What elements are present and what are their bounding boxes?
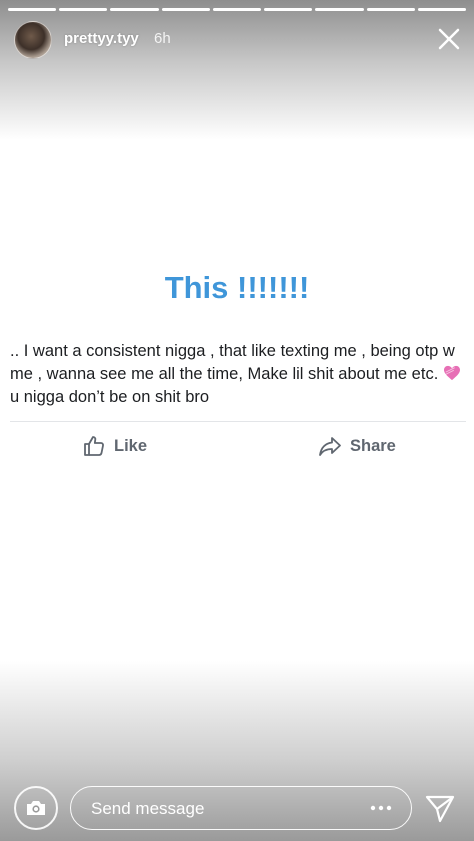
progress-segment	[8, 8, 57, 11]
send-icon	[425, 795, 455, 823]
close-icon	[438, 28, 460, 50]
progress-segment-fill	[264, 8, 313, 11]
camera-button[interactable]	[14, 786, 58, 830]
close-button[interactable]	[434, 24, 464, 54]
progress-segment	[315, 8, 364, 11]
progress-segment-fill	[161, 8, 210, 11]
progress-segment-fill	[315, 8, 364, 11]
progress-segment	[264, 8, 313, 11]
progress-segment	[110, 8, 159, 11]
progress-segment-fill	[8, 8, 57, 11]
send-message-input[interactable]: Send message	[70, 786, 412, 830]
progress-segment-fill	[59, 8, 108, 11]
progress-segment	[59, 8, 108, 11]
send-message-placeholder: Send message	[91, 799, 205, 818]
progress-segment-fill	[212, 8, 262, 11]
thumbs-up-icon	[84, 436, 104, 456]
username[interactable]: prettyy.tyy	[64, 30, 139, 47]
avatar[interactable]	[14, 21, 52, 59]
post-divider	[10, 421, 466, 422]
more-dots-icon[interactable]	[369, 802, 393, 814]
top-overlay-gradient	[0, 0, 474, 140]
camera-icon	[27, 801, 45, 815]
share-arrow-icon	[319, 437, 341, 456]
progress-segment	[366, 8, 415, 11]
progress-segment-fill	[366, 8, 415, 11]
like-label: Like	[114, 436, 148, 455]
progress-segment	[417, 8, 466, 11]
post-headline: This !!!!!!!	[164, 270, 310, 305]
progress-segment-fill	[417, 8, 466, 11]
post-text: .. I want a consistent nigga , that like…	[10, 340, 470, 409]
post-text-part2: u nigga don’t be on shit bro	[10, 388, 210, 406]
heart-emoji-icon	[443, 365, 460, 381]
share-button[interactable]: Share	[318, 432, 396, 460]
story-progress-bar	[8, 8, 466, 11]
share-label: Share	[350, 436, 396, 455]
progress-segment	[212, 8, 262, 11]
send-button[interactable]	[424, 792, 456, 824]
like-button[interactable]: Like	[82, 432, 147, 460]
progress-segment-fill	[110, 8, 159, 11]
story-time: 6h	[154, 30, 171, 47]
progress-segment	[161, 8, 210, 11]
post-text-part1: .. I want a consistent nigga , that like…	[10, 342, 455, 383]
